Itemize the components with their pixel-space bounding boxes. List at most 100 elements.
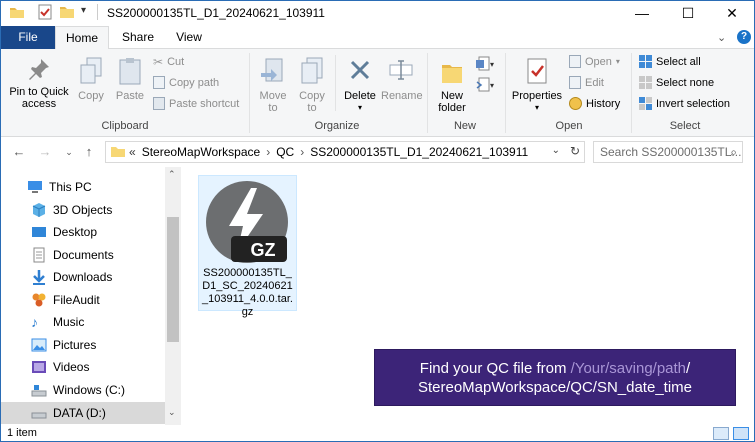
copy-button[interactable]: Copy xyxy=(73,57,109,102)
recent-locations-chevron-icon[interactable]: ⌄ xyxy=(61,144,77,160)
svg-text:▾: ▾ xyxy=(490,60,494,69)
nav-item-downloads[interactable]: Downloads xyxy=(1,266,165,288)
nav-item-data-d[interactable]: DATA (D:) xyxy=(1,402,165,424)
scroll-down-icon[interactable]: ⌄ xyxy=(168,407,176,418)
search-placeholder: Search SS200000135TL... xyxy=(600,145,742,159)
ribbon-collapse-icon[interactable]: ⌄ xyxy=(717,31,726,44)
nav-item-this-pc[interactable]: This PC xyxy=(1,176,165,198)
cube-icon xyxy=(31,202,47,218)
nav-item-label: Videos xyxy=(53,360,90,374)
copy-label: Copy xyxy=(78,90,104,102)
breadcrumb-chevron-icon[interactable]: › xyxy=(266,145,270,159)
forward-arrow-icon[interactable]: → xyxy=(37,144,53,160)
maximize-button[interactable]: ☐ xyxy=(665,1,711,25)
window-title: SS200000135TL_D1_20240621_103911 xyxy=(107,6,325,20)
nav-item-windows-c[interactable]: Windows (C:) xyxy=(1,379,165,401)
ribbon-tabs: File Home Share View ⌄ ? xyxy=(1,26,754,50)
details-view-icon[interactable] xyxy=(713,427,729,440)
tab-file[interactable]: File xyxy=(1,26,55,49)
ribbon-separator xyxy=(249,53,250,133)
select-none-button[interactable]: Select none xyxy=(639,76,714,89)
history-label: History xyxy=(586,97,621,110)
file-item[interactable]: GZ SS200000135TL_D1_SC_20240621_103911_4… xyxy=(198,175,297,318)
select-group-label: Select xyxy=(669,120,701,132)
search-input[interactable]: Search SS200000135TL... ⌕ xyxy=(593,141,743,163)
select-all-button[interactable]: Select all xyxy=(639,55,701,68)
copy-to-icon xyxy=(301,57,323,84)
breadcrumb-chevron-icon[interactable]: › xyxy=(300,145,304,159)
history-button[interactable]: History xyxy=(569,97,620,110)
open-icon xyxy=(569,55,581,68)
tab-view[interactable]: View xyxy=(167,26,211,49)
up-arrow-icon[interactable]: ↑ xyxy=(81,144,97,160)
nav-item-documents[interactable]: Documents xyxy=(1,244,165,266)
ribbon-separator xyxy=(427,53,428,133)
new-folder-quick-icon[interactable] xyxy=(59,4,75,20)
nav-item-label: Desktop xyxy=(53,225,98,239)
copy-path-label: Copy path xyxy=(169,76,220,89)
tab-home[interactable]: Home xyxy=(55,26,109,50)
refresh-icon[interactable]: ↻ xyxy=(570,144,580,158)
nav-item-3d-objects[interactable]: 3D Objects xyxy=(1,199,165,221)
minimize-button[interactable]: — xyxy=(619,1,665,25)
nav-item-fileaudit[interactable]: FileAudit xyxy=(1,289,165,311)
nav-scrollbar[interactable]: ⌃ ⌄ xyxy=(165,167,181,425)
quick-access-dropdown-icon[interactable]: ▾ xyxy=(81,5,86,16)
address-dropdown-icon[interactable]: ⌄ xyxy=(552,145,560,156)
folder-icon xyxy=(9,4,25,20)
nav-item-pictures[interactable]: Pictures xyxy=(1,334,165,356)
edit-button[interactable]: Edit xyxy=(569,76,604,89)
nav-item-desktop[interactable]: Desktop xyxy=(1,221,165,243)
new-folder-button[interactable]: New folder xyxy=(433,57,471,114)
copy-to-button[interactable]: Copy to xyxy=(294,57,330,114)
nav-item-videos[interactable]: Videos xyxy=(1,356,165,378)
rename-button[interactable]: Rename xyxy=(381,57,423,102)
new-folder-label-2: folder xyxy=(438,102,466,114)
clipboard-group-label: Clipboard xyxy=(101,120,149,132)
tab-share[interactable]: Share xyxy=(115,26,161,49)
help-icon[interactable]: ? xyxy=(737,30,751,44)
edit-label: Edit xyxy=(585,76,604,89)
rename-icon xyxy=(389,60,413,80)
easy-access-icon[interactable]: ▾ xyxy=(475,76,495,94)
properties-quick-icon[interactable] xyxy=(37,4,53,20)
explorer-window: ▾ SS200000135TL_D1_20240621_103911 — ☐ ✕… xyxy=(0,0,755,442)
copy-path-button[interactable]: Copy path xyxy=(153,76,219,89)
copy-to-label-1: Copy xyxy=(299,90,325,102)
invert-selection-label: Invert selection xyxy=(656,97,730,110)
paste-label: Paste xyxy=(115,90,145,102)
videos-icon xyxy=(31,359,47,375)
scroll-up-icon[interactable]: ⌃ xyxy=(168,169,176,180)
callout-prefix: Find your QC file from xyxy=(419,360,571,377)
new-item-icon[interactable]: ▾ xyxy=(475,55,495,73)
address-overflow[interactable]: « xyxy=(129,145,136,159)
drive-icon xyxy=(31,382,47,398)
breadcrumb-item[interactable]: SS200000135TL_D1_20240621_103911 xyxy=(310,145,528,159)
breadcrumb-item[interactable]: StereoMapWorkspace xyxy=(142,145,261,159)
back-arrow-icon[interactable]: ← xyxy=(11,144,27,160)
large-icons-view-icon[interactable] xyxy=(733,427,749,440)
ribbon-separator xyxy=(505,53,506,133)
delete-button[interactable]: Delete ▾ xyxy=(341,57,379,114)
delete-x-icon xyxy=(350,60,370,80)
address-row: ← → ⌄ ↑ « StereoMapWorkspace › QC › SS20… xyxy=(1,138,754,166)
paste-button[interactable]: Paste xyxy=(111,57,149,102)
drive-icon xyxy=(31,405,47,421)
nav-item-label: This PC xyxy=(49,180,92,194)
invert-selection-button[interactable]: Invert selection xyxy=(639,97,730,110)
paste-shortcut-button[interactable]: Paste shortcut xyxy=(153,97,239,110)
pin-to-quick-access-button[interactable]: Pin to Quick access xyxy=(7,57,71,110)
close-button[interactable]: ✕ xyxy=(709,1,754,25)
open-button[interactable]: Open ▾ xyxy=(569,55,620,68)
scrollbar-thumb[interactable] xyxy=(167,217,179,342)
open-label: Open xyxy=(585,55,612,68)
breadcrumb-item[interactable]: QC xyxy=(276,145,294,159)
title-separator xyxy=(97,4,98,20)
pin-icon xyxy=(29,59,49,80)
move-to-button[interactable]: Move to xyxy=(255,57,291,114)
edit-icon xyxy=(569,76,581,89)
cut-button[interactable]: ✂ Cut xyxy=(153,55,184,69)
nav-item-music[interactable]: ♪ Music xyxy=(1,311,165,333)
address-bar[interactable]: « StereoMapWorkspace › QC › SS200000135T… xyxy=(105,141,585,163)
properties-button[interactable]: Properties ▾ xyxy=(510,57,564,114)
